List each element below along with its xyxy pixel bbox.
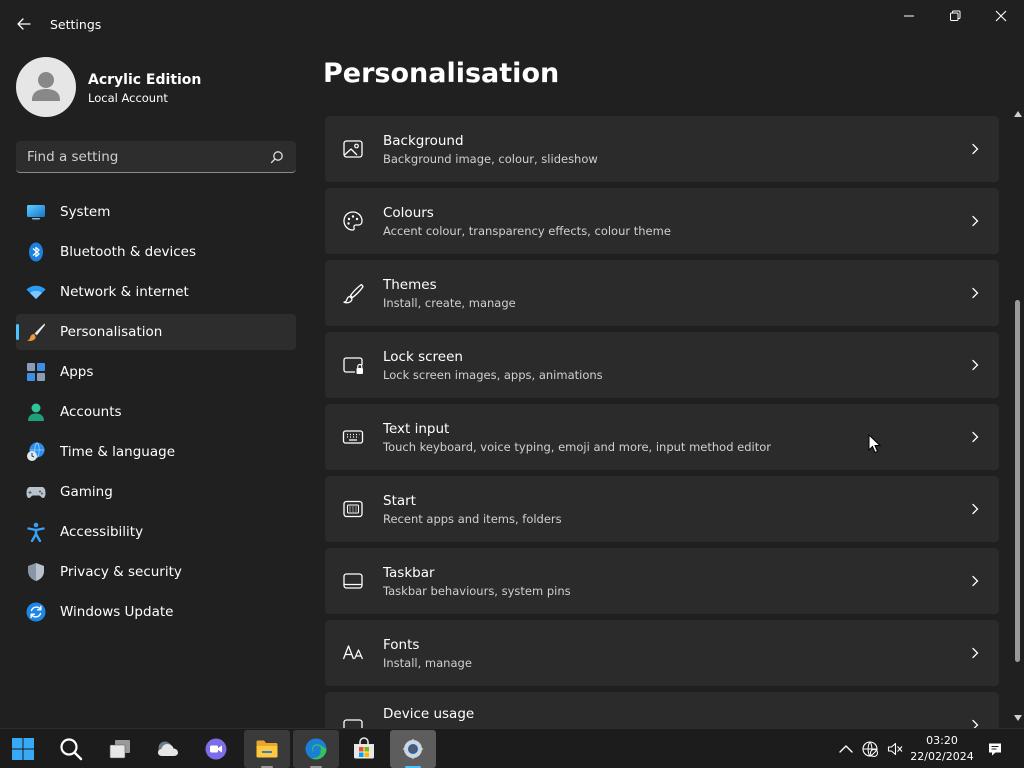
back-arrow-icon[interactable] [14, 14, 34, 34]
sidebar-item-network-internet[interactable]: Network & internet [16, 274, 296, 310]
notifications-icon[interactable] [987, 741, 1003, 757]
close-button[interactable] [978, 4, 1024, 28]
card-themes[interactable]: Themes Install, create, manage [325, 260, 999, 326]
store-icon [354, 737, 374, 759]
clock-date[interactable]: 22/02/2024 [908, 750, 976, 763]
taskbar-chat-button[interactable] [193, 730, 239, 768]
settings-icon [402, 738, 424, 760]
image-icon [343, 140, 363, 158]
search-icon [60, 738, 83, 761]
restore-button[interactable] [932, 4, 978, 28]
settings-list: Background Background image, colour, sli… [325, 116, 999, 728]
gamepad-icon [26, 487, 46, 498]
minimize-button[interactable] [886, 4, 932, 28]
page-title: Personalisation [323, 58, 560, 89]
taskbar-store-button[interactable] [341, 730, 387, 768]
scrollbar-thumb[interactable] [1015, 300, 1020, 662]
chevron-right-icon [972, 503, 979, 515]
scroll-down-arrow-icon[interactable] [1013, 714, 1023, 722]
card-background[interactable]: Background Background image, colour, sli… [325, 116, 999, 182]
search-input[interactable] [16, 141, 266, 172]
sidebar-item-gaming[interactable]: Gaming [16, 474, 296, 510]
shield-icon [28, 563, 44, 581]
window-title: Settings [50, 17, 102, 32]
taskbar-icon [343, 573, 363, 589]
chat-icon [205, 738, 227, 760]
taskbar: 03:20 22/02/2024 [0, 728, 1024, 768]
minimize-icon [904, 15, 914, 17]
sidebar-item-system[interactable]: System [16, 194, 296, 230]
sidebar-item-accounts[interactable]: Accounts [16, 394, 296, 430]
close-icon [995, 10, 1007, 22]
taskbar-search-button[interactable] [48, 730, 94, 768]
sidebar-item-bluetooth-devices[interactable]: Bluetooth & devices [16, 234, 296, 270]
card-fonts[interactable]: Fonts Install, manage [325, 620, 999, 686]
taskbar-widgets-button[interactable] [145, 730, 191, 768]
widgets-icon [158, 741, 178, 756]
chevron-right-icon [972, 287, 979, 299]
brush-icon [343, 283, 364, 304]
accessibility-icon [27, 522, 45, 542]
card-colours[interactable]: Colours Accent colour, transparency effe… [325, 188, 999, 254]
clock-time[interactable]: 03:20 [914, 734, 970, 747]
start-icon [343, 500, 363, 518]
chevron-right-icon [972, 431, 979, 443]
sidebar-item-personalisation[interactable]: Personalisation [16, 314, 296, 350]
windows-logo-icon [12, 738, 34, 760]
title-bar: Settings [0, 0, 1024, 48]
chevron-right-icon [972, 647, 979, 659]
chevron-right-icon [972, 359, 979, 371]
taskbar-start-button[interactable] [0, 730, 46, 768]
taskbar-file-explorer-button[interactable] [244, 730, 290, 768]
search-icon[interactable] [270, 150, 284, 164]
apps-icon [27, 363, 45, 381]
accounts-icon [28, 403, 44, 421]
show-hidden-icons-chevron-up-icon[interactable] [838, 741, 854, 757]
sidebar-nav: System Bluetooth & devices Network & int… [16, 194, 296, 634]
search-box [16, 141, 296, 173]
lock-screen-icon [343, 357, 363, 374]
card-taskbar[interactable]: Taskbar Taskbar behaviours, system pins [325, 548, 999, 614]
sidebar-item-accessibility[interactable]: Accessibility [16, 514, 296, 550]
user-icon [32, 72, 60, 101]
scroll-up-arrow-icon[interactable] [1013, 110, 1023, 118]
sidebar-item-privacy-security[interactable]: Privacy & security [16, 554, 296, 590]
device-usage-icon [343, 719, 363, 728]
card-lock-screen[interactable]: Lock screen Lock screen images, apps, an… [325, 332, 999, 398]
taskbar-task-view-button[interactable] [97, 730, 143, 768]
keyboard-icon [342, 430, 364, 444]
sidebar-item-time-language[interactable]: Time & language [16, 434, 296, 470]
avatar[interactable] [16, 57, 76, 117]
sidebar-item-apps[interactable]: Apps [16, 354, 296, 390]
globe-clock-icon [27, 442, 45, 461]
profile-name: Acrylic Edition [88, 72, 202, 88]
profile-account-type: Local Account [88, 91, 168, 105]
card-start[interactable]: Start Recent apps and items, folders [325, 476, 999, 542]
volume-muted-icon[interactable] [887, 741, 903, 757]
task-view-icon [109, 740, 130, 759]
restore-icon [950, 10, 961, 21]
system-icon [27, 205, 45, 220]
edge-icon [305, 738, 327, 760]
brush-icon [27, 323, 45, 341]
network-globe-icon[interactable] [862, 741, 878, 757]
mouse-cursor-icon [868, 434, 882, 454]
chevron-right-icon [972, 215, 979, 227]
palette-icon [343, 211, 363, 231]
wifi-icon [26, 285, 46, 299]
card-device-usage[interactable]: Device usage [325, 692, 999, 728]
sidebar-item-windows-update[interactable]: Windows Update [16, 594, 296, 630]
chevron-right-icon [972, 143, 979, 155]
file-explorer-icon [256, 740, 278, 758]
update-icon [26, 602, 46, 622]
chevron-right-icon [972, 719, 979, 728]
bluetooth-icon [29, 242, 43, 262]
fonts-icon [342, 645, 364, 660]
taskbar-edge-button[interactable] [293, 730, 339, 768]
card-text-input[interactable]: Text input Touch keyboard, voice typing,… [325, 404, 999, 470]
chevron-right-icon [972, 575, 979, 587]
taskbar-settings-button[interactable] [390, 730, 436, 768]
